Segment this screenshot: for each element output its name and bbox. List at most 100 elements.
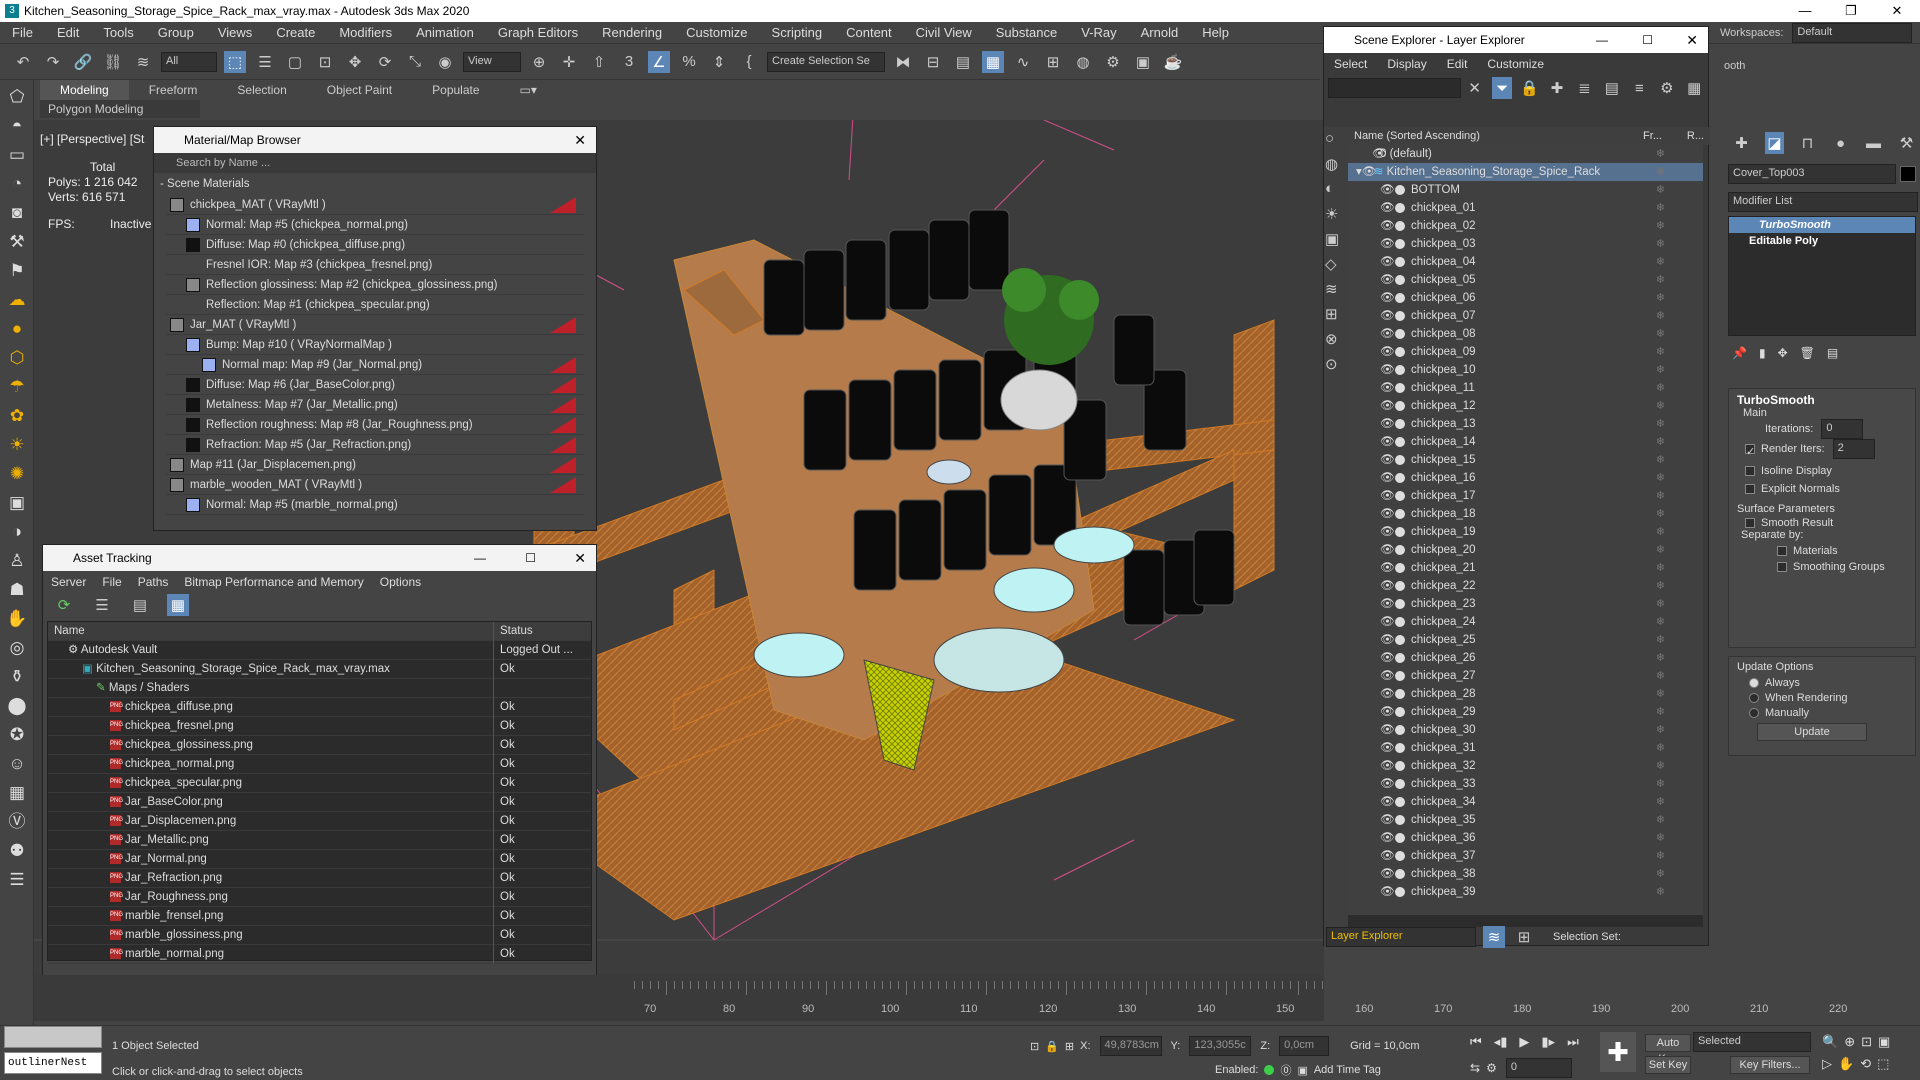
freeze-icon[interactable]: ❄ — [1656, 379, 1665, 397]
material-item[interactable]: Metalness: Map #7 (Jar_Metallic.png) — [166, 395, 584, 415]
motion-icon[interactable]: ◔ — [5, 172, 29, 196]
asset-menu-file[interactable]: File — [94, 575, 129, 589]
always-radio[interactable]: Always — [1749, 677, 1907, 689]
object-row[interactable]: 👁 chickpea_12 ❄ — [1348, 397, 1703, 415]
freeze-icon[interactable]: ❄ — [1656, 757, 1665, 775]
freeze-icon[interactable]: ❄ — [1656, 271, 1665, 289]
freeze-icon[interactable]: ❄ — [1656, 685, 1665, 703]
object-color-swatch[interactable] — [1900, 166, 1916, 182]
curve-editor-icon[interactable]: ∿ — [1012, 51, 1034, 73]
bind-space-warp-icon[interactable]: ≋ — [132, 51, 154, 73]
isolate-icon[interactable]: ⊡ — [1030, 1040, 1039, 1053]
material-item[interactable]: marble_wooden_MAT ( VRayMtl ) — [166, 475, 584, 495]
eye-icon[interactable]: 👁 — [1380, 559, 1395, 577]
eye-icon[interactable]: 👁 — [1380, 325, 1395, 343]
hierarchy-view-icon[interactable]: ▤ — [1602, 77, 1621, 99]
asset-row[interactable]: ⚙ Autodesk Vault Logged Out ... — [48, 641, 591, 660]
eye-icon[interactable]: 👁 — [1380, 523, 1395, 541]
when-rendering-radio[interactable]: When Rendering — [1749, 692, 1907, 704]
minimize-icon[interactable]: — — [1596, 27, 1608, 53]
eye-icon[interactable]: 👁 — [1380, 343, 1395, 361]
teapot-icon[interactable]: ⚱ — [5, 665, 29, 689]
object-row[interactable]: 👁 chickpea_16 ❄ — [1348, 469, 1703, 487]
create-icon[interactable]: ⬠ — [5, 85, 29, 109]
eye-icon[interactable]: 👁 — [1380, 811, 1395, 829]
eye-icon[interactable]: 👁 — [1380, 235, 1395, 253]
object-row[interactable]: 👁 chickpea_23 ❄ — [1348, 595, 1703, 613]
object-row[interactable]: 👁 chickpea_19 ❄ — [1348, 523, 1703, 541]
display-tab-icon[interactable]: ▬ — [1864, 132, 1883, 154]
auto-key-button[interactable]: Auto Key — [1645, 1034, 1691, 1065]
absolute-mode-icon[interactable]: ⊞ — [1065, 1040, 1074, 1053]
key-filters-button[interactable]: Key Filters... — [1730, 1056, 1810, 1074]
menu-arnold[interactable]: Arnold — [1129, 22, 1191, 44]
play-icon[interactable]: ▶ — [1519, 1034, 1529, 1050]
puzzle-icon[interactable]: ✿ — [5, 404, 29, 428]
maximize-icon[interactable]: ☐ — [1642, 27, 1653, 53]
freeze-icon[interactable]: ❄ — [1656, 199, 1665, 217]
scene-search-input[interactable] — [1328, 78, 1461, 98]
adaptive-degradation-icon[interactable]: ⓪ — [1280, 1062, 1291, 1078]
menu-tools[interactable]: Tools — [91, 22, 145, 44]
tab-object-paint[interactable]: Object Paint — [307, 80, 412, 100]
object-row[interactable]: 👁 chickpea_33 ❄ — [1348, 775, 1703, 793]
freeze-icon[interactable]: ❄ — [1656, 181, 1665, 199]
create-selection-set-dropdown[interactable]: Create Selection Se — [767, 51, 885, 72]
eye-icon[interactable]: 👁 — [1380, 847, 1395, 865]
manually-radio[interactable]: Manually — [1749, 707, 1907, 719]
eye-icon[interactable]: 👁 — [1380, 883, 1395, 901]
eye-icon[interactable]: 👁 — [1380, 487, 1395, 505]
object-row[interactable]: 👁 BOTTOM ❄ — [1348, 181, 1703, 199]
reference-coord-dropdown[interactable]: View — [463, 51, 521, 72]
object-row[interactable]: 👁 chickpea_29 ❄ — [1348, 703, 1703, 721]
material-item[interactable]: Diffuse: Map #0 (chickpea_diffuse.png) — [166, 235, 584, 255]
render-frame-icon[interactable]: ▣ — [1132, 51, 1154, 73]
utilities-icon[interactable]: ⚒ — [5, 230, 29, 254]
selected-set-dropdown[interactable]: Selected — [1693, 1032, 1811, 1052]
object-row[interactable]: 👁 chickpea_34 ❄ — [1348, 793, 1703, 811]
highlight-icon[interactable]: ▦ — [1685, 77, 1704, 99]
stack-icon[interactable]: ≡ — [1630, 77, 1649, 99]
freeze-icon[interactable]: ❄ — [1656, 865, 1665, 883]
tab-populate[interactable]: Populate — [412, 80, 499, 100]
shapes-filter-icon[interactable]: ◐ — [1325, 180, 1347, 202]
object-row[interactable]: 👁 chickpea_24 ❄ — [1348, 613, 1703, 631]
layers-icon[interactable]: ≣ — [1575, 77, 1594, 99]
freeze-icon[interactable]: ❄ — [1656, 595, 1665, 613]
asset-row[interactable]: PNG Jar_Refraction.png Ok — [48, 869, 591, 888]
menu-modifiers[interactable]: Modifiers — [327, 22, 404, 44]
eye-icon[interactable]: 👁 — [1362, 163, 1377, 181]
geometry-filter-icon[interactable]: ◍ — [1325, 155, 1347, 177]
menu-content[interactable]: Content — [834, 22, 904, 44]
select-object-icon[interactable]: ⬚ — [224, 50, 246, 73]
eye-icon[interactable]: 👁 — [1380, 199, 1395, 217]
figure-icon[interactable]: ♙ — [5, 549, 29, 573]
asset-row[interactable]: PNG chickpea_glossiness.png Ok — [48, 736, 591, 755]
eye-icon[interactable]: 👁 — [1380, 379, 1395, 397]
sphere-icon[interactable]: ● — [5, 317, 29, 341]
select-manipulate-icon[interactable]: ✛ — [558, 51, 580, 73]
material-item[interactable]: Fresnel IOR: Map #3 (chickpea_fresnel.pn… — [166, 255, 584, 275]
materials-row[interactable]: Materials — [1777, 545, 1907, 557]
object-row[interactable]: 👁 chickpea_36 ❄ — [1348, 829, 1703, 847]
z-coord-input[interactable]: 0,0cm — [1279, 1036, 1330, 1056]
next-frame-icon[interactable]: ▮▸ — [1541, 1034, 1555, 1050]
eye-icon[interactable]: 👁 — [1380, 361, 1395, 379]
angle-snap-icon[interactable]: ∠ — [648, 50, 670, 73]
groups-filter-icon[interactable]: ⊞ — [1325, 305, 1347, 327]
freeze-icon[interactable]: ❄ — [1656, 739, 1665, 757]
menu-graph-editors[interactable]: Graph Editors — [486, 22, 590, 44]
material-editor-icon[interactable]: ◍ — [1072, 51, 1094, 73]
asset-row[interactable]: PNG chickpea_diffuse.png Ok — [48, 698, 591, 717]
eye-icon[interactable]: 👁 — [1348, 145, 1387, 163]
freeze-icon[interactable]: ❄ — [1656, 847, 1665, 865]
smooth-result-row[interactable]: Smooth Result — [1745, 517, 1907, 529]
refresh-icon[interactable]: ⟳ — [53, 594, 75, 616]
freeze-icon[interactable]: ❄ — [1656, 361, 1665, 379]
freeze-icon[interactable]: ❄ — [1656, 541, 1665, 559]
snaps-toggle-icon[interactable]: 3 — [618, 51, 640, 73]
freeze-icon[interactable]: ❄ — [1656, 775, 1665, 793]
asset-row[interactable]: PNG chickpea_fresnel.png Ok — [48, 717, 591, 736]
freeze-icon[interactable]: ❄ — [1656, 613, 1665, 631]
utilities-tab-icon[interactable]: ⚒ — [1897, 132, 1916, 154]
